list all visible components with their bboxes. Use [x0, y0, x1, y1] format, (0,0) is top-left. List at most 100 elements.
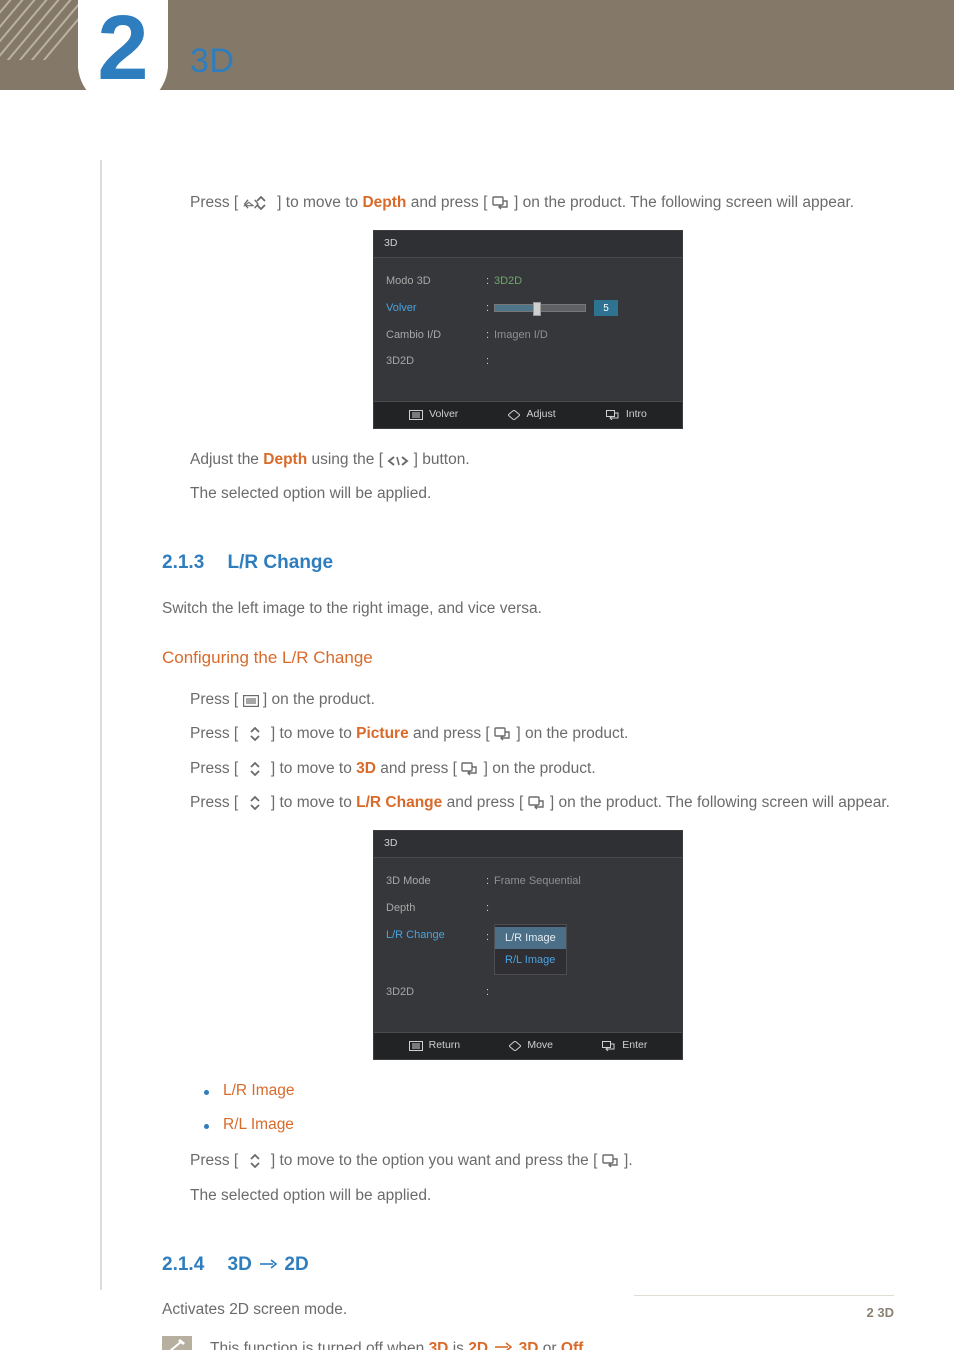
paragraph-press-option: Press [ ] to move to the option you want… — [190, 1148, 894, 1174]
text: Press [ — [190, 691, 238, 708]
osd-options: L/R Image R/L Image — [494, 924, 567, 975]
osd-footer-return: Return — [409, 1037, 461, 1055]
text: Press [ — [190, 760, 238, 777]
osd-option: L/R Image — [495, 927, 566, 950]
term: 3D — [519, 1340, 539, 1350]
return-arrow-icon — [606, 410, 620, 420]
osd-row: Depth: — [374, 895, 682, 922]
osd-label: 3D2D — [386, 352, 486, 371]
subheading-config-lr: Configuring the L/R Change — [162, 644, 894, 673]
osd-lrchange: 3D 3D Mode: Frame Sequential Depth: L/R … — [373, 830, 683, 1059]
left-right-icon — [387, 455, 409, 467]
up-down-chevrons-icon — [243, 762, 267, 776]
content: Press [ ] to move to Depth and press [ ]… — [162, 190, 894, 1280]
section-number: 2.1.4 — [162, 1254, 204, 1275]
text: Press [ — [190, 1152, 238, 1169]
osd-body: Modo 3D: 3D2D Volver: 5 Cambio I/D: Imag… — [374, 258, 682, 401]
page-footer: 2 3D — [867, 1305, 894, 1320]
enter-icon — [492, 196, 510, 210]
text: and press [ — [380, 760, 457, 777]
section-214-heading: 2.1.4 3D 2D — [162, 1249, 894, 1281]
enter-icon — [494, 727, 512, 741]
up-down-chevrons-icon — [243, 796, 267, 810]
term-depth: Depth — [263, 451, 307, 468]
osd-body: 3D Mode: Frame Sequential Depth: L/R Cha… — [374, 858, 682, 1031]
osd-footer-label: Volver — [429, 406, 458, 424]
page-title: 3D — [190, 42, 234, 81]
osd-value: Frame Sequential — [494, 872, 581, 891]
osd-row: 3D Mode: Frame Sequential — [374, 868, 682, 895]
osd-title: 3D — [374, 231, 682, 258]
osd-slider: 5 — [494, 300, 618, 316]
text: and press [ — [447, 794, 524, 811]
section-title: L/R Change — [228, 552, 334, 573]
osd-footer-move: Move — [509, 1037, 553, 1055]
osd-footer: Return Move Enter — [374, 1032, 682, 1059]
osd-row: Modo 3D: 3D2D — [374, 268, 682, 295]
osd-footer-label: Return — [429, 1037, 461, 1055]
term-3d: 3D — [356, 760, 376, 777]
text: ] to move to the option you want and pre… — [271, 1152, 598, 1169]
term: 2D — [468, 1340, 488, 1350]
paragraph-applied-2: The selected option will be applied. — [190, 1183, 894, 1209]
paragraph-adjust-depth: Adjust the Depth using the [ ] button. — [190, 447, 894, 473]
enter-icon — [528, 796, 546, 810]
text: Press [ — [190, 194, 238, 211]
osd-depth: 3D Modo 3D: 3D2D Volver: 5 Cambio I/D: I… — [373, 230, 683, 428]
osd-title: 3D — [374, 831, 682, 858]
list-item: L/R Image — [204, 1078, 894, 1104]
text: Press [ — [190, 794, 238, 811]
up-down-chevrons-icon — [243, 1154, 267, 1168]
osd-footer-label: Move — [527, 1037, 553, 1055]
term-lrchange: L/R Change — [356, 794, 442, 811]
list-item: R/L Image — [204, 1112, 894, 1138]
osd-footer-label: Adjust — [526, 406, 555, 424]
bullet-dot-icon — [204, 1124, 209, 1129]
option-label: R/L Image — [223, 1112, 294, 1138]
osd-row: Cambio I/D: Imagen I/D — [374, 322, 682, 349]
menu-box-icon — [409, 1041, 423, 1051]
section-214-desc: Activates 2D screen mode. — [162, 1297, 894, 1323]
osd-row-active: L/R Change: L/R Image R/L Image — [374, 922, 682, 979]
text: ] to move to — [277, 194, 362, 211]
text: or — [543, 1340, 561, 1350]
text: ]. — [624, 1152, 633, 1169]
term: 3D — [429, 1340, 449, 1350]
text: Press [ — [190, 725, 238, 742]
arrow-icon — [494, 1336, 512, 1350]
section-title-b: 2D — [284, 1254, 308, 1275]
paragraph-depth-intro: Press [ ] to move to Depth and press [ ]… — [190, 190, 894, 216]
osd-label: Depth — [386, 899, 486, 918]
osd-depth-wrap: 3D Modo 3D: 3D2D Volver: 5 Cambio I/D: I… — [162, 230, 894, 428]
up-down-chevrons-icon — [249, 196, 273, 210]
step-1: Press [ ] on the product. — [190, 687, 894, 713]
osd-row: 3D2D: — [374, 348, 682, 375]
osd-label: Modo 3D — [386, 272, 486, 291]
osd-label: L/R Change — [386, 926, 486, 945]
text: ] on the product. — [516, 725, 628, 742]
osd-footer-adjust: Adjust — [508, 406, 555, 424]
option-label: L/R Image — [223, 1078, 295, 1104]
menu-box-icon — [409, 410, 423, 420]
note-text: This function is turned off when 3D is 2… — [210, 1336, 592, 1350]
osd-label: 3D Mode — [386, 872, 486, 891]
enter-icon — [461, 762, 479, 776]
osd-footer-enter: Enter — [602, 1037, 647, 1055]
text: ] on the product. The following screen w… — [514, 194, 854, 211]
text: using the [ — [311, 451, 383, 468]
osd-footer-enter: Intro — [606, 406, 647, 424]
up-down-chevrons-icon — [243, 727, 267, 741]
text: ] to move to — [271, 760, 356, 777]
slider-track — [494, 304, 586, 312]
text: and press [ — [411, 194, 488, 211]
bullet-dot-icon — [204, 1090, 209, 1095]
diamond-icon — [509, 1041, 521, 1051]
text: Adjust the — [190, 451, 263, 468]
osd-footer-label: Enter — [622, 1037, 647, 1055]
text: . — [588, 1340, 592, 1350]
text: ] on the product. — [484, 760, 596, 777]
step-3: Press [ ] to move to 3D and press [ ] on… — [190, 756, 894, 782]
osd-value: Imagen I/D — [494, 326, 548, 345]
note-icon — [162, 1336, 192, 1350]
osd-label: Volver — [386, 299, 486, 318]
